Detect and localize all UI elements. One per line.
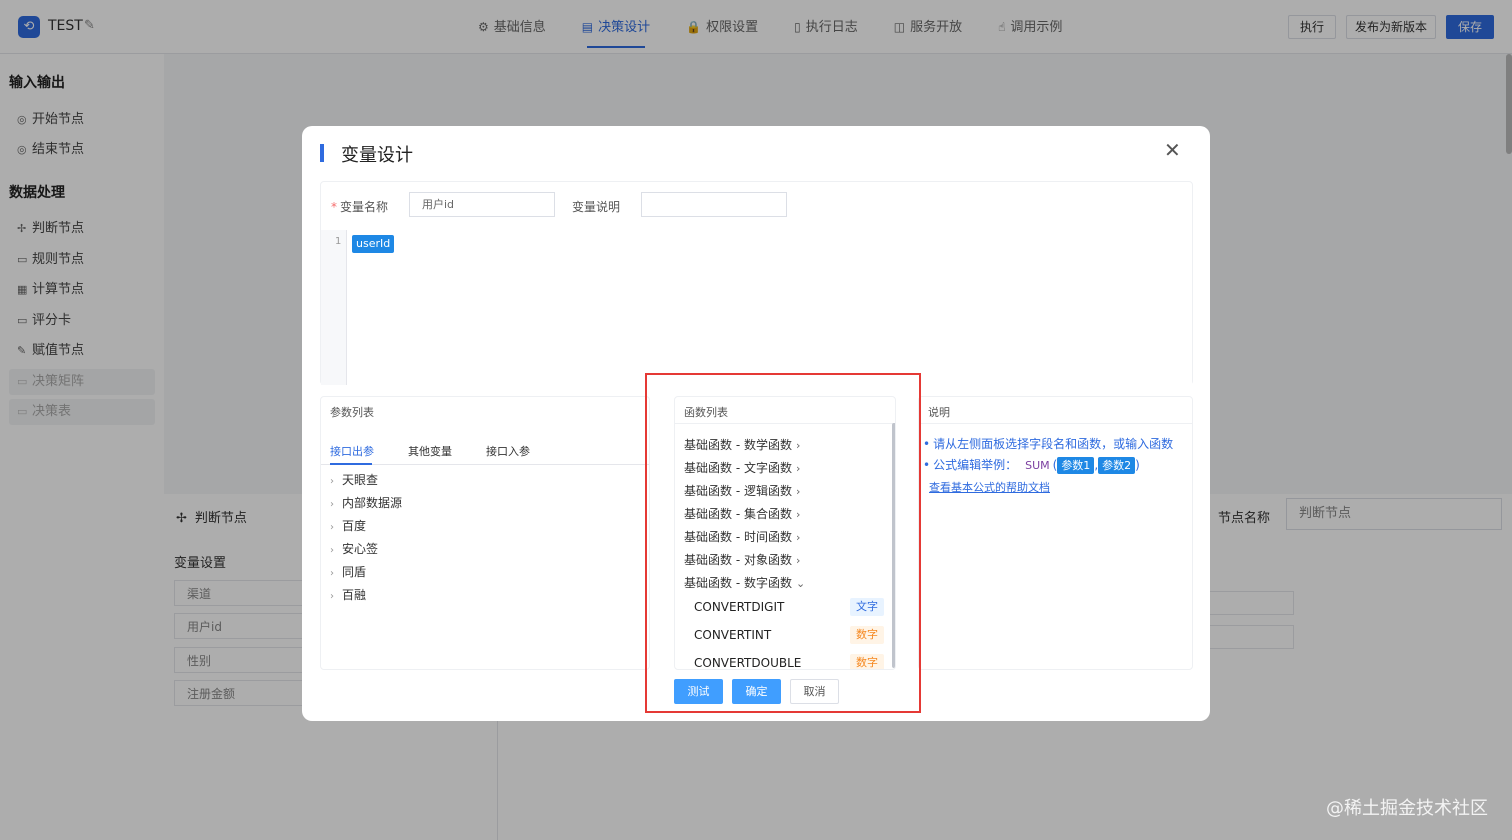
- sum-function-name: SUM: [1025, 459, 1050, 472]
- chevron-right-icon: ›: [330, 476, 334, 487]
- formula-editor[interactable]: 1 userId: [321, 230, 1192, 385]
- tree-item[interactable]: › 百融: [330, 586, 366, 603]
- formula-token[interactable]: userId: [352, 235, 395, 253]
- panel-header-divider: [919, 423, 1192, 424]
- description-title: 说明: [928, 406, 950, 419]
- tree-item[interactable]: › 百度: [330, 517, 366, 534]
- var-name-input[interactable]: 用户id: [409, 192, 555, 217]
- param-list-panel: 参数列表 接口出参 其他变量 接口入参 › 天眼查 › 内部数据源 › 百度 › 安心签…: [320, 396, 650, 670]
- help-doc-link[interactable]: 查看基本公式的帮助文档: [929, 479, 1050, 495]
- variable-form: * 变量名称 用户id 变量说明 1 userId: [320, 181, 1193, 385]
- example-param-token: 参数1: [1057, 457, 1095, 474]
- bullet: •: [923, 437, 931, 451]
- close-icon[interactable]: ✕: [1164, 138, 1181, 162]
- tab-other-vars[interactable]: 其他变量: [408, 443, 452, 459]
- example-param-token: 参数2: [1098, 457, 1136, 474]
- tree-item[interactable]: › 安心签: [330, 540, 378, 557]
- chevron-right-icon: ›: [330, 545, 334, 556]
- description-hint: • 请从左侧面板选择字段名和函数，或输入函数: [923, 437, 1174, 451]
- tree-item[interactable]: › 同盾: [330, 563, 366, 580]
- chevron-right-icon: ›: [330, 499, 334, 510]
- watermark-text: @稀土掘金技术社区: [1326, 798, 1488, 819]
- var-name-label: * 变量名称: [331, 200, 389, 214]
- var-desc-label: 变量说明: [572, 200, 621, 214]
- chevron-right-icon: ›: [330, 568, 334, 579]
- editor-gutter: [321, 230, 347, 385]
- annotation-highlight-box: [645, 373, 921, 713]
- line-number: 1: [335, 236, 342, 247]
- description-example: • 公式编辑举例： SUM(参数1, 参数2): [923, 457, 1140, 474]
- tree-item[interactable]: › 天眼查: [330, 471, 378, 488]
- var-desc-input[interactable]: [641, 192, 787, 217]
- tree-item[interactable]: › 内部数据源: [330, 494, 402, 511]
- required-mark: *: [331, 200, 337, 214]
- description-panel: 说明 • 请从左侧面板选择字段名和函数，或输入函数 • 公式编辑举例： SUM(参数1…: [918, 396, 1193, 670]
- tab-interface-input[interactable]: 接口入参: [486, 443, 530, 459]
- chevron-right-icon: ›: [330, 591, 334, 602]
- dialog-title: 变量设计: [341, 145, 413, 166]
- param-list-title: 参数列表: [330, 406, 374, 419]
- tab-interface-output[interactable]: 接口出参: [330, 443, 374, 459]
- bullet: •: [923, 458, 931, 472]
- chevron-right-icon: ›: [330, 522, 334, 533]
- title-accent-bar: [320, 144, 324, 162]
- active-tab-indicator: [330, 463, 372, 465]
